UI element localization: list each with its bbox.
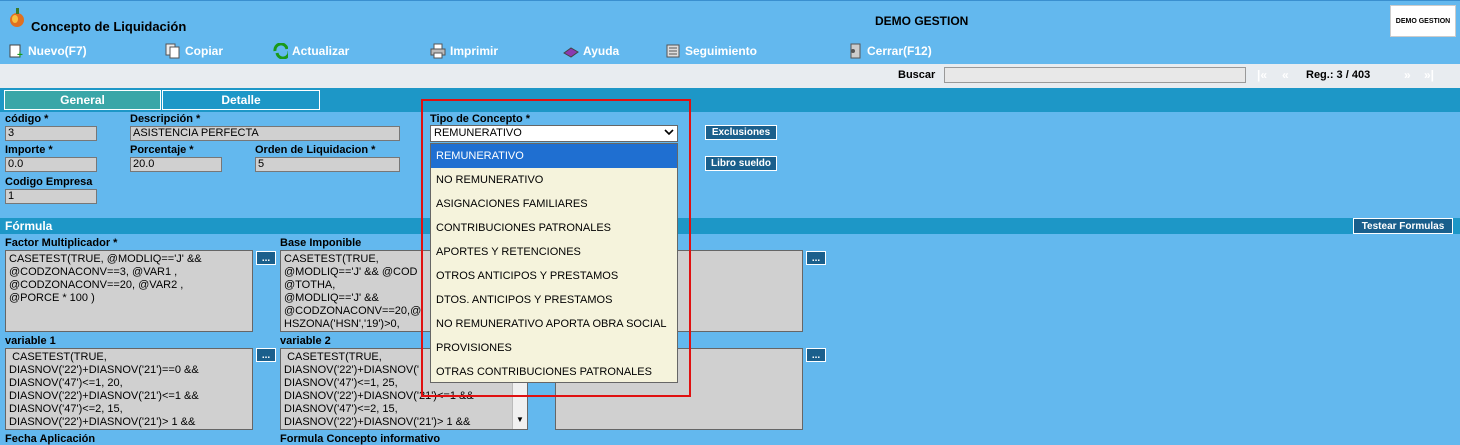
copy-button[interactable]: Copiar [165, 42, 223, 60]
tab-detalle[interactable]: Detalle [162, 90, 320, 110]
porcentaje-field[interactable]: 20.0 [130, 157, 222, 172]
importe-field[interactable]: 0.0 [5, 157, 97, 172]
third-formula-edit-button[interactable]: ... [806, 251, 826, 265]
descripcion-field[interactable]: ASISTENCIA PERFECTA [130, 126, 400, 141]
formula-section-header: Fórmula [0, 218, 1460, 234]
search-input[interactable] [944, 67, 1246, 83]
factor-label: Factor Multiplicador * [5, 237, 118, 249]
libro-sueldo-button[interactable]: Libro sueldo [705, 156, 777, 171]
refresh-button[interactable]: Actualizar [272, 42, 349, 60]
tracking-button-label: Seguimiento [685, 44, 758, 58]
close-button[interactable]: Cerrar(F12) [847, 42, 932, 60]
record-counter: Reg.: 3 / 403 [1306, 69, 1371, 81]
last-record-button[interactable]: »| [1424, 68, 1434, 82]
new-button[interactable]: + Nuevo(F7) [8, 42, 87, 60]
testear-formulas-button[interactable]: Testear Formulas [1353, 218, 1453, 234]
toolbar: + Nuevo(F7) Copiar Actualizar Imprimir A… [0, 37, 1460, 64]
codigo-field[interactable]: 3 [5, 126, 97, 141]
variable3-edit-button[interactable]: ... [806, 348, 826, 362]
title-bar [0, 0, 1460, 38]
scroll-down-icon: ▼ [516, 415, 524, 424]
company-logo: DEMO GESTION [1390, 5, 1456, 37]
orden-label: Orden de Liquidacion * [255, 144, 376, 156]
app-logo-icon [8, 6, 26, 28]
help-button-label: Ayuda [583, 44, 620, 58]
tracking-button[interactable]: Seguimiento [665, 42, 757, 60]
help-book-icon [563, 43, 579, 59]
tracking-icon [665, 43, 681, 59]
exclusiones-button[interactable]: Exclusiones [705, 125, 777, 140]
copy-button-label: Copiar [185, 44, 224, 58]
variable1-edit-button[interactable]: ... [256, 348, 276, 362]
empresa-field[interactable]: 1 [5, 189, 97, 204]
variable1-label: variable 1 [5, 335, 56, 347]
svg-text:+: + [17, 50, 23, 59]
print-button-label: Imprimir [450, 44, 499, 58]
factor-textarea[interactable]: CASETEST(TRUE, @MODLIQ=='J' && @CODZONAC… [5, 250, 253, 332]
search-label: Buscar [898, 69, 936, 81]
company-title: DEMO GESTION [875, 14, 969, 28]
next-record-button[interactable]: » [1404, 68, 1411, 82]
formula-section-title: Fórmula [5, 219, 53, 233]
printer-icon [430, 43, 446, 59]
close-button-label: Cerrar(F12) [867, 44, 932, 58]
fecha-aplicacion-label: Fecha Aplicación [5, 433, 96, 445]
variable1-textarea[interactable]: CASETEST(TRUE, DIASNOV('22')+DIASNOV('21… [5, 348, 253, 430]
base-label: Base Imponible [280, 237, 362, 249]
refresh-icon [272, 43, 288, 59]
first-record-button[interactable]: |« [1257, 68, 1267, 82]
app-title: Concepto de Liquidación [31, 19, 187, 34]
descripcion-label: Descripción * [130, 113, 201, 125]
importe-label: Importe * [5, 144, 53, 156]
new-button-label: Nuevo(F7) [28, 44, 87, 58]
print-button[interactable]: Imprimir [430, 42, 498, 60]
tab-general[interactable]: General [4, 90, 161, 110]
copy-icon [165, 43, 181, 59]
empresa-label: Codigo Empresa [5, 176, 93, 188]
highlight-box [421, 99, 691, 397]
porcentaje-label: Porcentaje * [130, 144, 194, 156]
exit-door-icon [847, 43, 863, 59]
formula-informativo-label: Formula Concepto informativo [280, 433, 441, 445]
orden-field[interactable]: 5 [255, 157, 400, 172]
previous-record-button[interactable]: « [1282, 68, 1289, 82]
variable2-label: variable 2 [280, 335, 331, 347]
help-button[interactable]: Ayuda [563, 42, 619, 60]
factor-edit-button[interactable]: ... [256, 251, 276, 265]
refresh-button-label: Actualizar [292, 44, 350, 58]
codigo-label: código * [5, 113, 49, 125]
new-document-icon: + [8, 43, 24, 59]
